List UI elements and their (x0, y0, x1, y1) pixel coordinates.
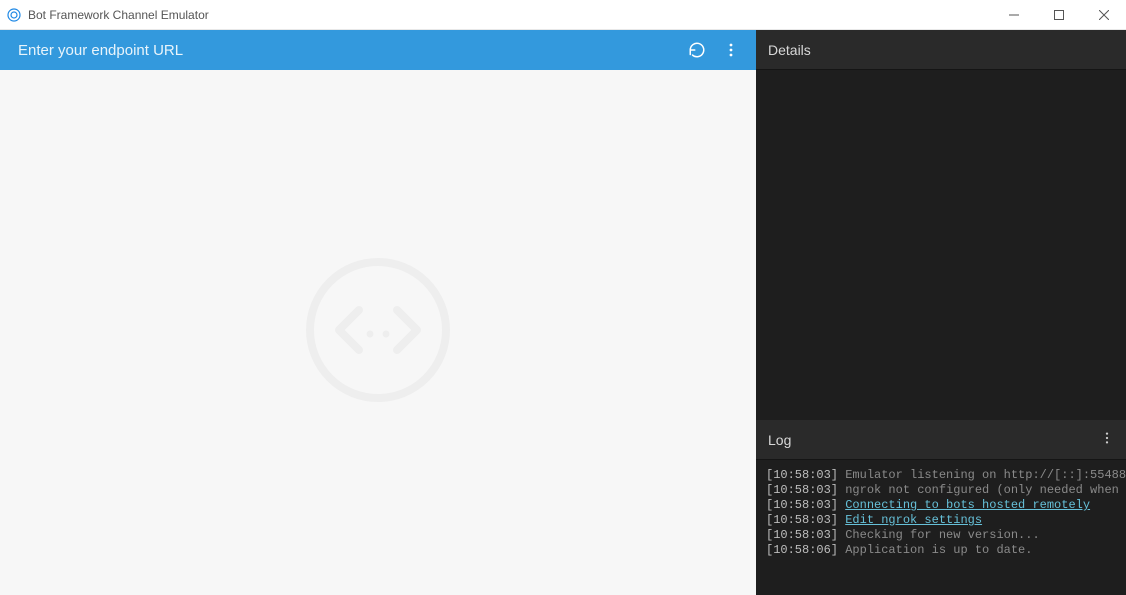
kebab-menu-icon[interactable] (1100, 431, 1114, 448)
log-timestamp: [10:58:06] (766, 543, 845, 557)
maximize-button[interactable] (1036, 0, 1081, 30)
log-line: [10:58:03] Emulator listening on http://… (766, 468, 1116, 483)
details-panel-header: Details (756, 30, 1126, 70)
log-panel-title: Log (768, 432, 791, 448)
log-line: [10:58:03] Checking for new version... (766, 528, 1116, 543)
log-line: [10:58:03] Edit ngrok settings (766, 513, 1116, 528)
chat-pane (0, 30, 756, 595)
log-message: ngrok not configured (only needed when c… (845, 483, 1126, 497)
log-timestamp: [10:58:03] (766, 513, 845, 527)
log-message: Application is up to date. (845, 543, 1032, 557)
kebab-menu-icon[interactable] (714, 33, 748, 67)
log-line: [10:58:06] Application is up to date. (766, 543, 1116, 558)
window-title: Bot Framework Channel Emulator (28, 8, 209, 22)
log-line: [10:58:03] ngrok not configured (only ne… (766, 483, 1116, 498)
log-panel-header: Log (756, 420, 1126, 460)
log-link[interactable]: Connecting to bots hosted remotely (845, 498, 1090, 512)
log-line: [10:58:03] Connecting to bots hosted rem… (766, 498, 1116, 513)
side-panel: Details Log [10:58:03] Emulator listenin… (756, 30, 1126, 595)
close-button[interactable] (1081, 0, 1126, 30)
app-icon (6, 7, 22, 23)
log-timestamp: [10:58:03] (766, 468, 845, 482)
log-timestamp: [10:58:03] (766, 528, 845, 542)
log-message: Checking for new version... (845, 528, 1039, 542)
endpoint-url-input[interactable] (18, 42, 680, 59)
endpoint-toolbar (0, 30, 756, 70)
details-panel-title: Details (768, 42, 811, 58)
details-panel-body (756, 70, 1126, 420)
window-titlebar: Bot Framework Channel Emulator (0, 0, 1126, 30)
conversation-area (0, 70, 756, 595)
log-link[interactable]: Edit ngrok settings (845, 513, 982, 527)
log-panel-body[interactable]: [10:58:03] Emulator listening on http://… (756, 460, 1126, 595)
log-message: Emulator listening on http://[::]:55488 (845, 468, 1126, 482)
log-timestamp: [10:58:03] (766, 498, 845, 512)
bot-framework-watermark-icon (303, 255, 453, 410)
minimize-button[interactable] (991, 0, 1036, 30)
refresh-icon[interactable] (680, 33, 714, 67)
log-timestamp: [10:58:03] (766, 483, 845, 497)
